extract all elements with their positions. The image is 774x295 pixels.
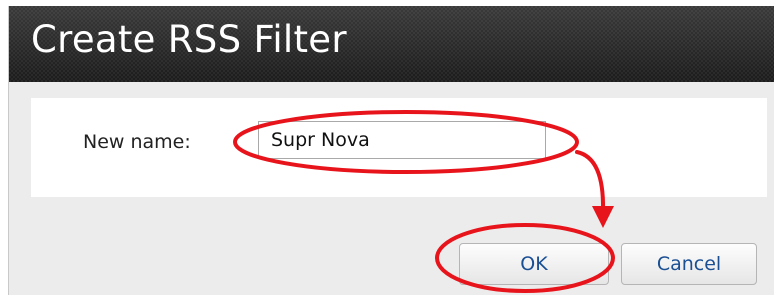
dialog-title-bar: Create RSS Filter [9,6,774,82]
content-panel: New name: [31,98,767,197]
dialog-title: Create RSS Filter [31,18,347,61]
new-name-input[interactable] [258,121,546,159]
cancel-button[interactable]: Cancel [621,243,757,285]
create-rss-filter-dialog: Create RSS Filter New name: OK Cancel [8,6,774,295]
ok-button[interactable]: OK [459,243,609,285]
new-name-label: New name: [83,131,191,153]
